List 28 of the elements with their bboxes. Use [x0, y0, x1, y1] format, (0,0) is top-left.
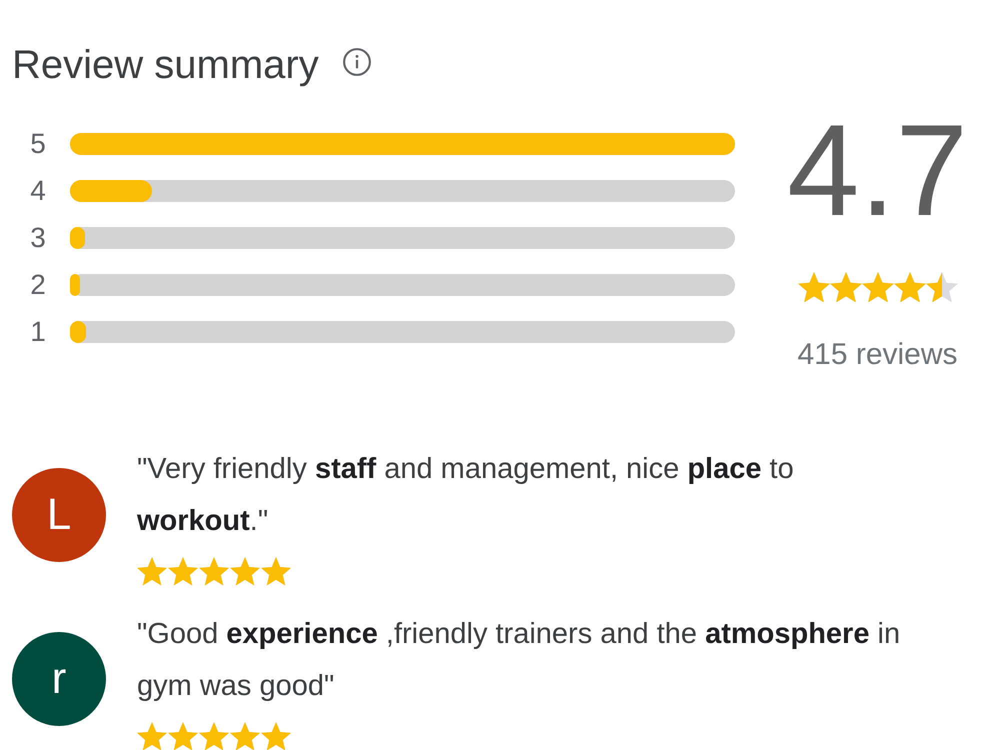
- info-icon[interactable]: [342, 48, 371, 76]
- star-level-label: 2: [29, 268, 47, 300]
- star-icon: [926, 272, 958, 302]
- average-rating: 4.7: [787, 120, 968, 220]
- star-icon: [168, 722, 198, 750]
- star-icon: [199, 722, 229, 750]
- star-icon: [230, 722, 260, 750]
- user-avatar: r: [12, 632, 106, 726]
- star-level-label: 3: [29, 222, 47, 254]
- star-icon: [199, 557, 229, 586]
- star-icon: [862, 272, 894, 302]
- section-title: Review summary: [12, 42, 319, 89]
- star-icon: [798, 272, 830, 302]
- star-level-label: 1: [29, 316, 47, 348]
- review-snippet: "Very friendly staff and management, nice place to workout.": [137, 452, 795, 540]
- star-icon: [137, 722, 167, 750]
- star-icon: [137, 557, 167, 586]
- review-count[interactable]: 415 reviews: [797, 337, 958, 374]
- star-level-label: 5: [29, 128, 47, 160]
- star-icon: [894, 272, 926, 302]
- star-icon: [261, 722, 291, 750]
- user-avatar: L: [12, 468, 106, 562]
- review-snippet: "Good experience ,friendly trainers and the atmosphere in gym was good": [137, 616, 902, 704]
- star-icon: [830, 272, 862, 302]
- star-icon: [261, 557, 291, 586]
- star-icon: [168, 557, 198, 586]
- star-level-label: 4: [29, 174, 47, 206]
- star-icon: [230, 557, 260, 586]
